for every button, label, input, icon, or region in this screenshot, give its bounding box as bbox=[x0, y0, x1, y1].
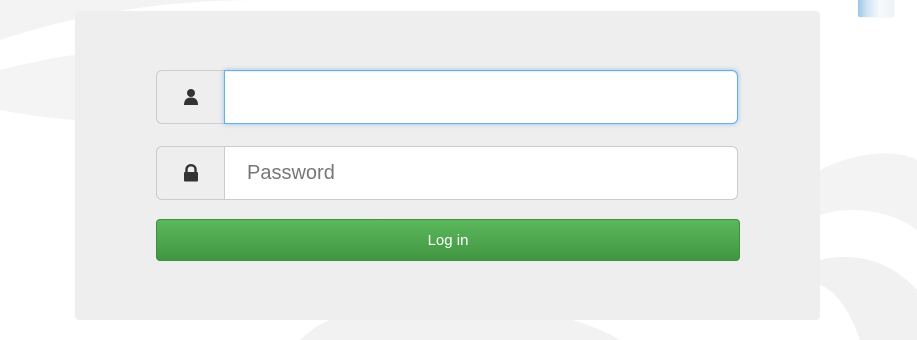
login-button[interactable]: Log in bbox=[156, 219, 740, 261]
login-panel: Log in bbox=[75, 11, 820, 320]
lock-icon bbox=[156, 146, 224, 200]
corner-widget bbox=[858, 0, 894, 17]
user-icon bbox=[156, 70, 224, 124]
password-field[interactable] bbox=[224, 146, 738, 200]
password-input-group bbox=[156, 146, 738, 200]
username-field[interactable] bbox=[224, 70, 738, 124]
username-input-group bbox=[156, 70, 738, 124]
